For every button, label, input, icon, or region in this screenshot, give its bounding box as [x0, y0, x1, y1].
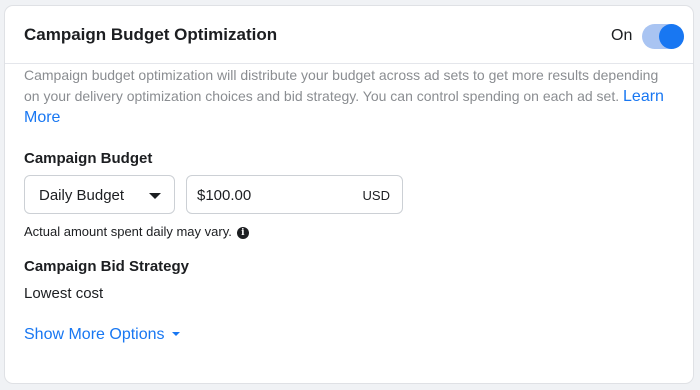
campaign-budget-optimization-card: Campaign Budget Optimization On Campaign…	[5, 6, 693, 383]
budget-hint-text: Actual amount spent daily may vary.	[24, 224, 232, 239]
toggle-state-label: On	[611, 27, 633, 44]
currency-label: USD	[362, 188, 390, 203]
description-body: Campaign budget optimization will distri…	[24, 67, 659, 104]
caret-down-icon	[149, 193, 161, 199]
show-more-options-link[interactable]: Show More Options	[24, 326, 180, 344]
bid-strategy-value: Lowest cost	[24, 285, 104, 302]
budget-hint: Actual amount spent daily may vary. i	[24, 224, 249, 239]
budget-type-select[interactable]: Daily Budget	[24, 175, 175, 214]
header-divider	[5, 63, 693, 64]
show-more-options-label: Show More Options	[24, 326, 165, 343]
budget-amount-input[interactable]	[197, 184, 347, 206]
caret-down-icon	[171, 332, 180, 336]
budget-amount-field[interactable]: USD	[186, 175, 403, 214]
campaign-budget-label: Campaign Budget	[24, 150, 153, 167]
panel-title: Campaign Budget Optimization	[24, 25, 278, 44]
bid-strategy-label: Campaign Bid Strategy	[24, 258, 190, 275]
toggle-knob	[659, 24, 684, 49]
info-icon[interactable]: i	[236, 227, 249, 239]
budget-optimization-toggle[interactable]	[642, 24, 684, 49]
budget-type-value: Daily Budget	[39, 187, 125, 204]
description-text: Campaign budget optimization will distri…	[24, 65, 674, 128]
